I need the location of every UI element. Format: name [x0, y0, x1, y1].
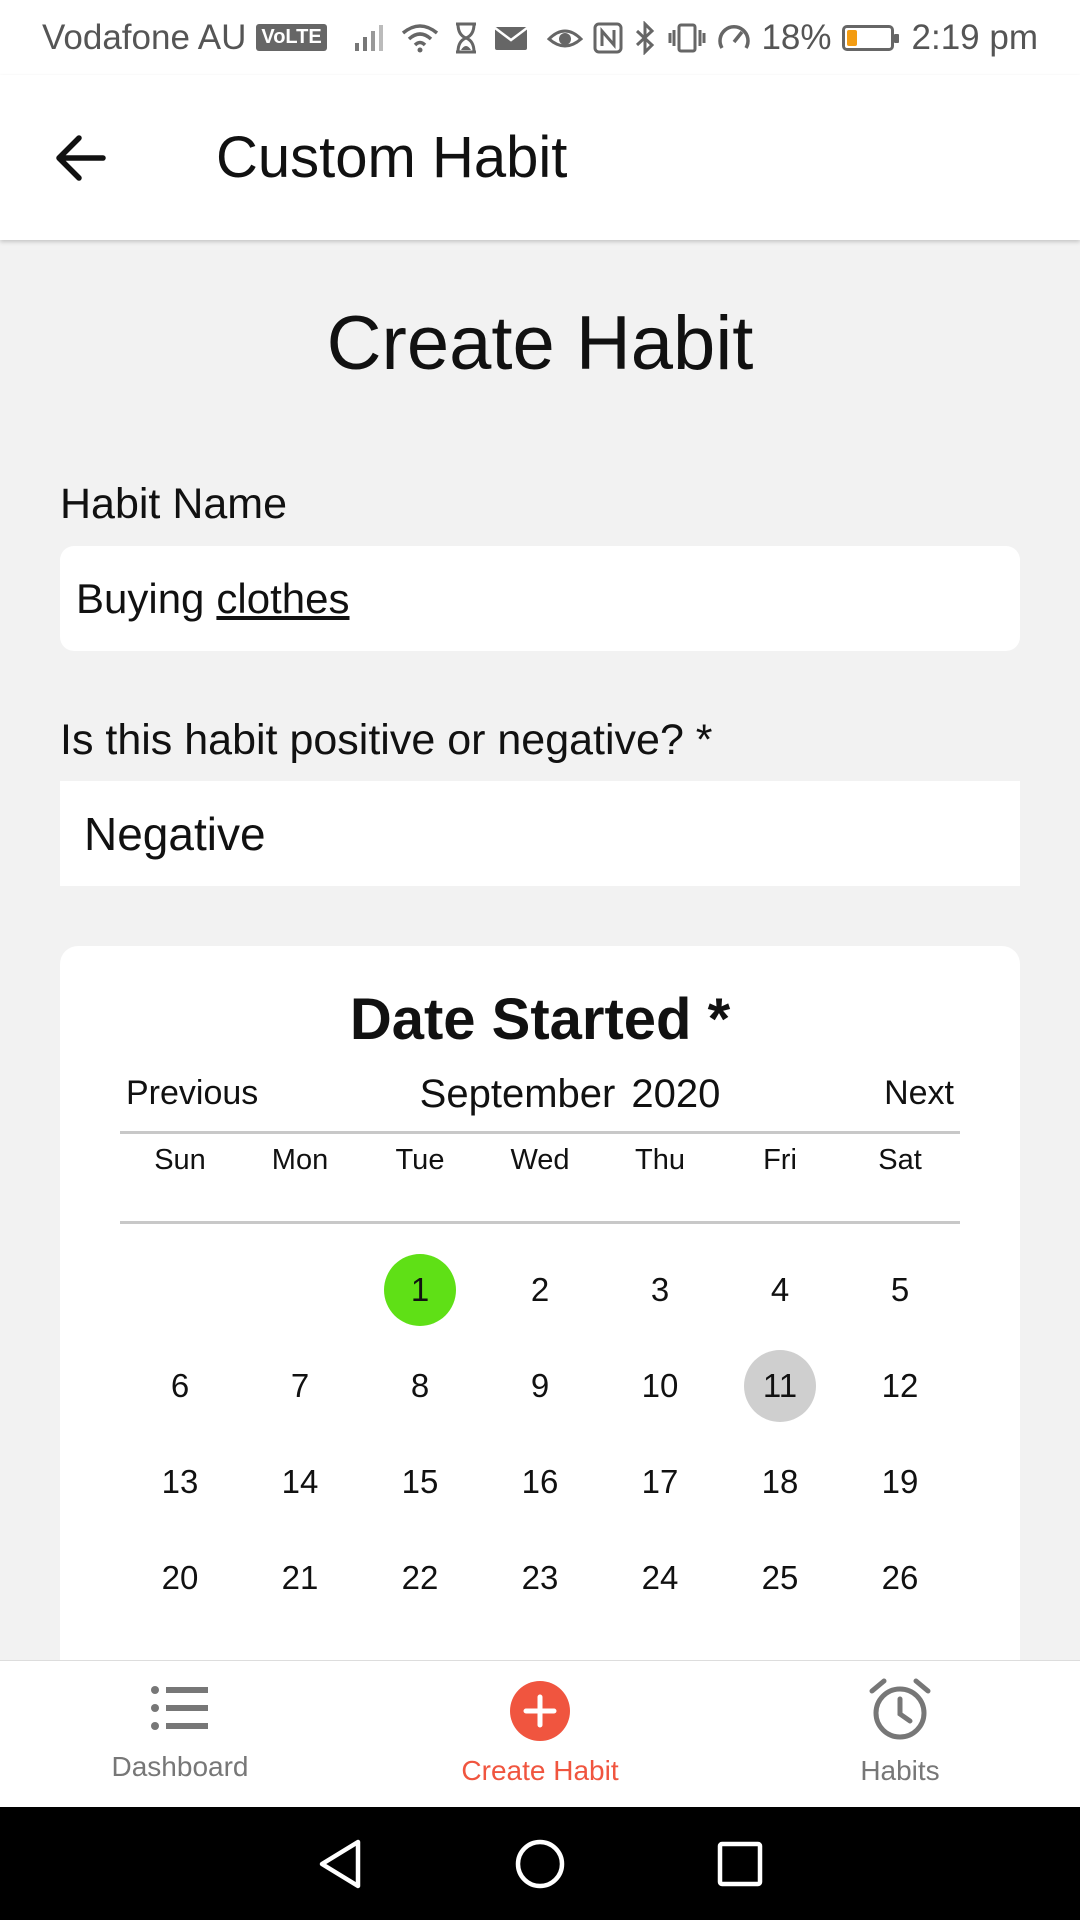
calendar-day[interactable]: 3 — [624, 1254, 696, 1326]
arrow-left-icon — [56, 134, 106, 181]
weekday-label: Sun — [154, 1144, 206, 1176]
weekday-label: Thu — [635, 1144, 685, 1176]
carrier-name: Vodafone AU — [42, 17, 247, 57]
back-button[interactable] — [0, 75, 160, 240]
calendar-day[interactable]: 7 — [264, 1350, 336, 1422]
calendar-day[interactable]: 2 — [504, 1254, 576, 1326]
calendar-title: Date Started * — [349, 987, 731, 1052]
habit-name-label: Habit Name — [60, 480, 288, 528]
polarity-label: Is this habit positive or negative? * — [60, 716, 713, 764]
calendar-weekdays: Sun Mon Tue Wed Thu Fri Sat — [120, 1144, 960, 1177]
habit-name-word-spellcheck: clothes — [216, 574, 350, 622]
calendar-day[interactable]: 26 — [864, 1542, 936, 1614]
recents-square-icon[interactable] — [716, 1840, 764, 1888]
battery-icon — [841, 24, 899, 51]
calendar-day[interactable]: 12 — [864, 1350, 936, 1422]
date-started-calendar: Date Started * Previous September 2020 N… — [60, 946, 1020, 1660]
calendar-day[interactable]: 25 — [744, 1542, 816, 1614]
back-triangle-icon[interactable] — [316, 1838, 364, 1890]
alarm-clock-icon — [869, 1678, 931, 1740]
page-heading: Create Habit — [326, 301, 754, 386]
nav-habits-label: Habits — [860, 1755, 940, 1786]
calendar-day[interactable]: 9 — [504, 1350, 576, 1422]
nav-create-habit[interactable]: Create Habit — [360, 1661, 720, 1807]
signal-icon — [354, 24, 383, 51]
calendar-day[interactable]: 6 — [144, 1350, 216, 1422]
calendar-day[interactable]: 15 — [384, 1446, 456, 1518]
weekday-label: Sat — [878, 1144, 922, 1176]
calendar-empty-cell — [264, 1254, 336, 1326]
weekday-label: Wed — [510, 1144, 570, 1176]
calendar-day[interactable]: 1 — [384, 1254, 456, 1326]
status-icons — [353, 22, 529, 54]
mail-icon — [493, 26, 528, 50]
app-title: Custom Habit — [216, 125, 568, 190]
calendar-divider-bottom — [120, 1221, 960, 1224]
calendar-day[interactable]: 21 — [264, 1542, 336, 1614]
calendar-month-year: September 2020 — [60, 1072, 1020, 1117]
wifi-icon — [401, 23, 438, 52]
battery-level — [846, 29, 857, 46]
weekday-label: Fri — [763, 1144, 797, 1176]
vibrate-icon — [668, 23, 706, 52]
calendar-days-grid: 1 2 3 4 5 6 7 8 9 10 11 12 13 14 15 16 17 18 19 20 21 22 23 24 2… — [120, 1254, 960, 1614]
speed-icon — [718, 24, 751, 49]
weekday-label: Tue — [395, 1144, 445, 1176]
calendar-day[interactable]: 11 — [744, 1350, 816, 1422]
calendar-day[interactable]: 8 — [384, 1350, 456, 1422]
calendar-year: 2020 — [631, 1072, 721, 1116]
add-circle-icon — [510, 1681, 570, 1741]
hourglass-icon — [455, 22, 476, 53]
bluetooth-icon — [636, 20, 655, 55]
nav-dashboard-label: Dashboard — [111, 1751, 249, 1782]
nav-create-habit-label: Create Habit — [461, 1755, 619, 1786]
home-circle-icon[interactable] — [514, 1838, 566, 1890]
habit-name-input[interactable]: Buying clothes — [60, 546, 1020, 651]
calendar-day[interactable]: 17 — [624, 1446, 696, 1518]
eye-icon — [547, 29, 584, 47]
calendar-month: September — [419, 1072, 616, 1116]
weekday-label: Mon — [271, 1144, 329, 1176]
status-right: 18% 2:19 pm — [547, 18, 1038, 58]
calendar-day[interactable]: 22 — [384, 1542, 456, 1614]
calendar-day[interactable]: 23 — [504, 1542, 576, 1614]
calendar-day[interactable]: 19 — [864, 1446, 936, 1518]
volte-icon: VoLTE — [256, 24, 327, 51]
polarity-select[interactable]: Negative — [60, 781, 1020, 886]
calendar-day[interactable]: 18 — [744, 1446, 816, 1518]
calendar-day[interactable]: 5 — [864, 1254, 936, 1326]
nfc-icon — [593, 22, 623, 53]
calendar-day[interactable]: 24 — [624, 1542, 696, 1614]
next-month-button[interactable]: Next — [884, 1074, 954, 1113]
calendar-day[interactable]: 14 — [264, 1446, 336, 1518]
calendar-empty-cell — [144, 1254, 216, 1326]
calendar-day[interactable]: 4 — [744, 1254, 816, 1326]
battery-percent: 18% — [761, 17, 832, 57]
system-nav-bar — [0, 1807, 1080, 1920]
list-icon — [151, 1686, 208, 1730]
calendar-day[interactable]: 13 — [144, 1446, 216, 1518]
status-left: Vodafone AU VoLTE — [42, 18, 327, 58]
status-bar: Vodafone AU VoLTE 18% 2:19 pm — [0, 0, 1080, 75]
clock-time: 2:19 pm — [911, 17, 1038, 57]
nav-dashboard[interactable]: Dashboard — [0, 1661, 360, 1807]
calendar-day[interactable]: 20 — [144, 1542, 216, 1614]
calendar-day[interactable]: 10 — [624, 1350, 696, 1422]
calendar-day[interactable]: 16 — [504, 1446, 576, 1518]
habit-name-word: Buying — [76, 574, 205, 622]
app-bar: Custom Habit — [0, 75, 1080, 240]
bottom-nav: Dashboard Create Habit Habits — [0, 1660, 1080, 1807]
calendar-divider-top — [120, 1131, 960, 1134]
form-content[interactable]: Create Habit Habit Name Buying clothes Is… — [0, 240, 1080, 1660]
nav-habits[interactable]: Habits — [720, 1661, 1080, 1807]
